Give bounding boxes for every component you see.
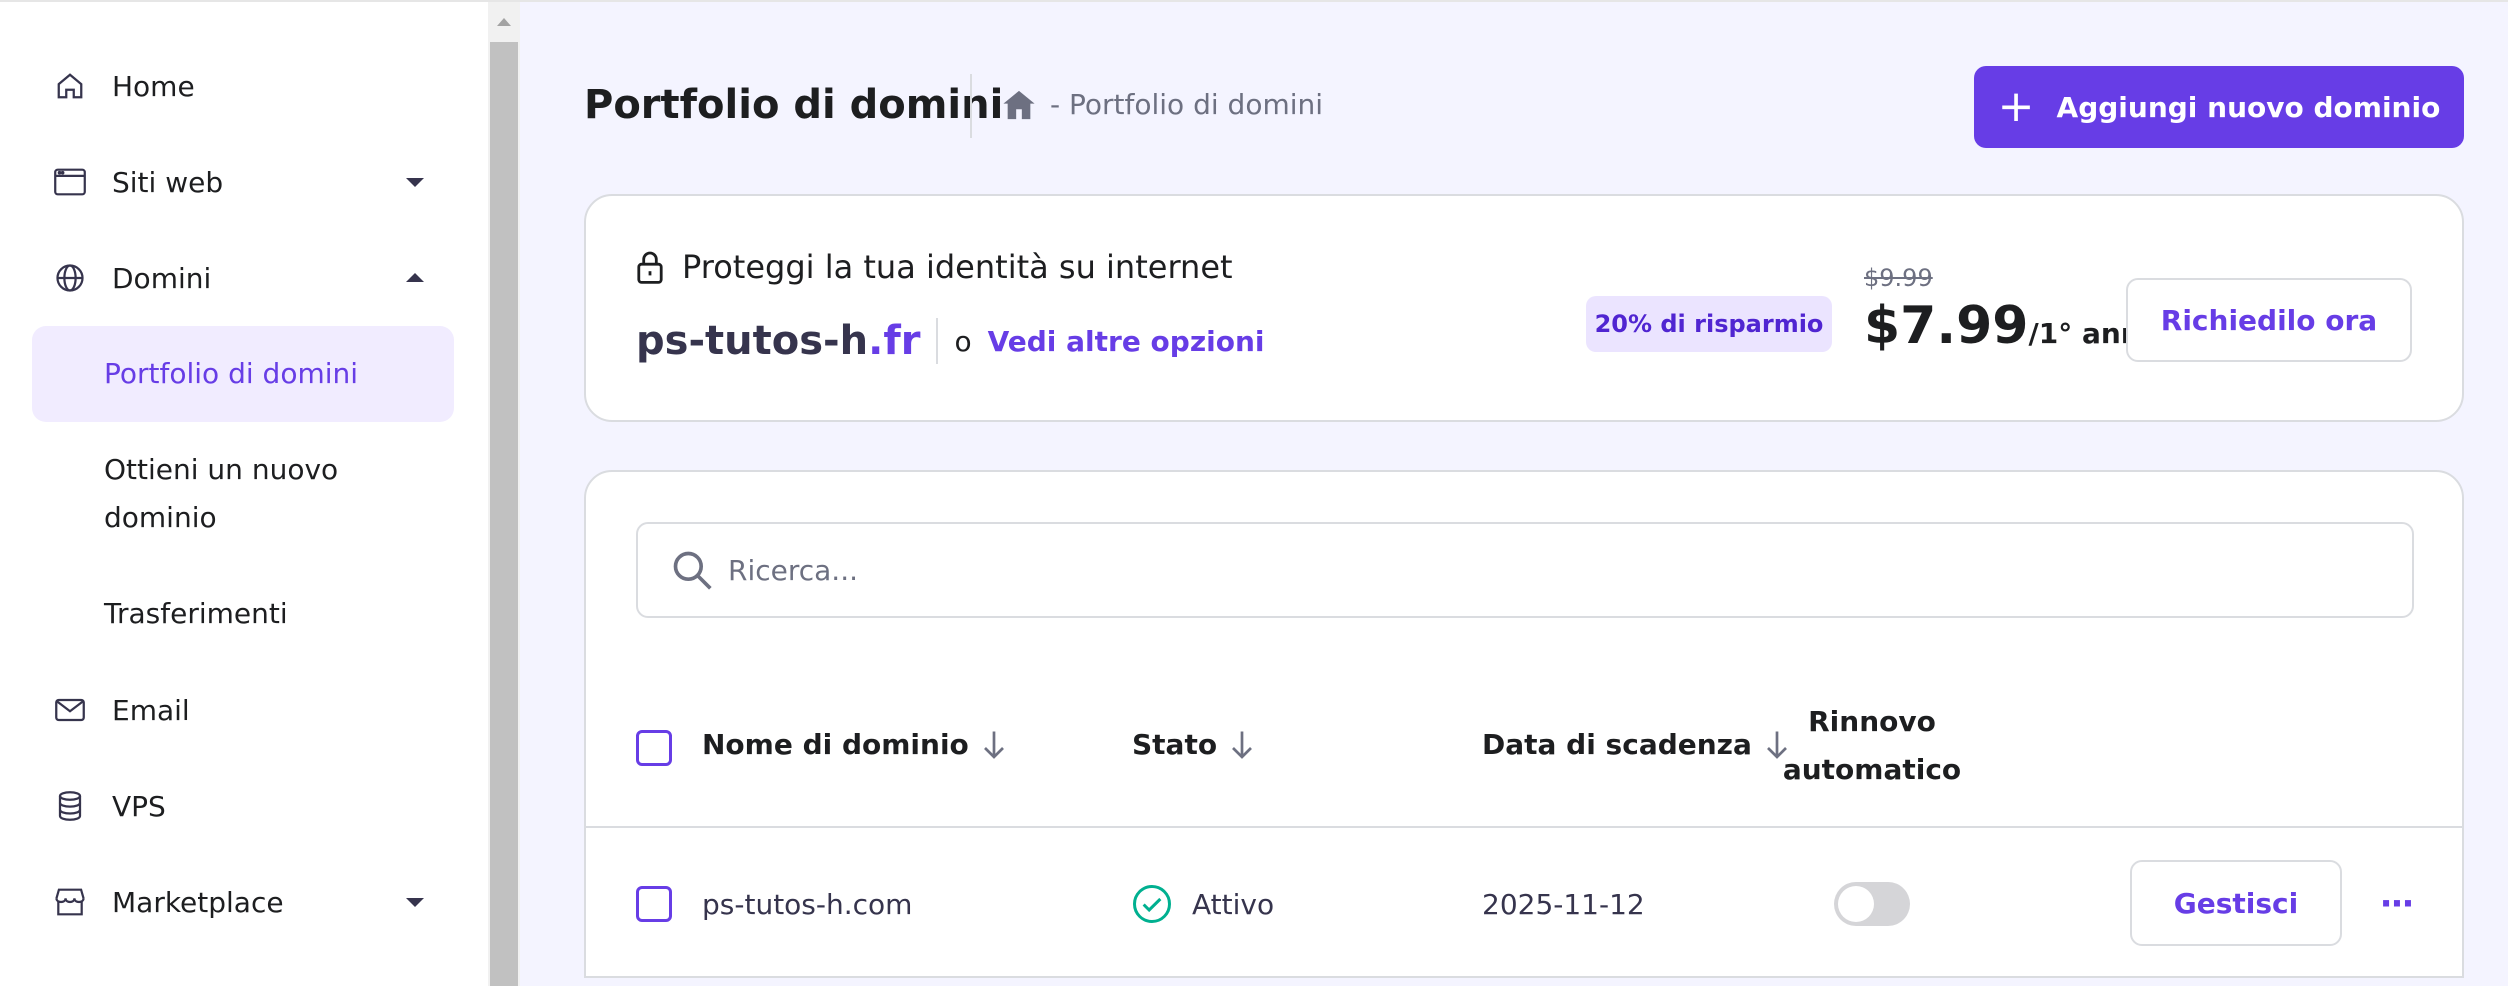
sidebar-subitem-trasferimenti[interactable]: Trasferimenti [32, 590, 454, 638]
header-divider [586, 826, 2462, 828]
home-breadcrumb-icon[interactable] [1002, 89, 1036, 121]
column-header-label: Rinnovo automatico [1782, 705, 1962, 786]
row-checkbox[interactable] [636, 886, 672, 922]
breadcrumb: - Portfolio di domini [1002, 88, 1323, 121]
breadcrumb-current: - Portfolio di domini [1050, 88, 1324, 121]
page-title: Portfolio di domini [584, 82, 1004, 128]
column-header-expiry[interactable]: Data di scadenza [1482, 728, 1788, 761]
sidebar-item-vps[interactable]: VPS [32, 758, 454, 854]
promo-heading: Proteggi la tua identità su internet [636, 248, 1233, 286]
search-input[interactable] [728, 553, 2328, 587]
main-content: Portfolio di domini - Portfolio di domin… [520, 0, 2508, 986]
add-domain-button[interactable]: + Aggiungi nuovo dominio [1974, 66, 2464, 148]
add-domain-label: Aggiungi nuovo dominio [2056, 90, 2441, 124]
lock-icon [636, 250, 664, 284]
sidebar-subitem-label: Portfolio di domini [104, 357, 359, 390]
toggle-knob [1838, 886, 1874, 922]
search-icon [670, 548, 714, 592]
sidebar-subitem-label: Ottieni un nuovo dominio [104, 453, 339, 534]
or-text: o [954, 324, 972, 358]
plus-icon: + [1997, 81, 2035, 132]
domain-list-card: Nome di dominio Stato Data di scadenza R… [584, 470, 2464, 978]
price-amount: $7.99 [1864, 296, 2029, 356]
sidebar: Home Siti web Domini Portfolio di domini… [0, 0, 488, 986]
select-all-checkbox[interactable] [636, 730, 672, 766]
store-icon [54, 886, 86, 918]
promo-domain: ps-tutos-h .fr o Vedi altre opzioni [636, 318, 1265, 364]
price: $7.99 /1° anno [1864, 296, 2160, 356]
sidebar-item-label: Home [112, 69, 195, 103]
search-box[interactable] [636, 522, 2414, 618]
title-divider [970, 74, 972, 138]
chevron-up-icon [406, 273, 424, 282]
more-options-icon[interactable]: ··· [2376, 884, 2416, 924]
expiry-date-cell: 2025-11-12 [1482, 887, 1645, 921]
sidebar-item-marketplace[interactable]: Marketplace [32, 854, 454, 950]
home-icon [54, 70, 86, 102]
check-circle-icon [1132, 884, 1172, 924]
old-price: $9.99 [1864, 264, 1933, 292]
sidebar-subitem-portfolio-domini[interactable]: Portfolio di domini [32, 326, 454, 422]
chevron-down-icon [406, 178, 424, 187]
status-label: Attivo [1192, 887, 1275, 921]
promo-heading-text: Proteggi la tua identità su internet [682, 248, 1233, 286]
scroll-up-arrow-icon[interactable] [497, 18, 511, 26]
sidebar-subitem-nuovo-dominio[interactable]: Ottieni un nuovo dominio [32, 446, 372, 542]
envelope-icon [54, 694, 86, 726]
sidebar-scrollbar[interactable] [488, 0, 520, 986]
browser-window-icon [54, 166, 86, 198]
sidebar-item-domini[interactable]: Domini [32, 230, 454, 326]
scroll-thumb[interactable] [490, 42, 518, 986]
globe-icon [54, 262, 86, 294]
divider [936, 318, 939, 364]
column-header-label: Data di scadenza [1482, 728, 1752, 761]
sidebar-item-siti-web[interactable]: Siti web [32, 134, 454, 230]
database-icon [54, 790, 86, 822]
sort-arrow-down-icon [1231, 730, 1253, 760]
column-header-label: Nome di dominio [702, 728, 969, 761]
sidebar-item-label: VPS [112, 789, 166, 823]
sidebar-item-email[interactable]: Email [32, 662, 454, 758]
sort-arrow-down-icon [983, 730, 1005, 760]
more-options-link[interactable]: Vedi altre opzioni [988, 325, 1265, 358]
promo-domain-name: ps-tutos-h [636, 318, 869, 364]
column-header-domain[interactable]: Nome di dominio [702, 728, 1005, 761]
domain-name-cell: ps-tutos-h.com [702, 887, 913, 921]
status-cell: Attivo [1132, 882, 1274, 926]
claim-now-button[interactable]: Richiedilo ora [2126, 278, 2412, 362]
sidebar-subitem-label: Trasferimenti [104, 597, 288, 630]
auto-renew-toggle[interactable] [1834, 882, 1910, 926]
promo-domain-tld: .fr [868, 318, 921, 364]
discount-badge: 20% di risparmio [1586, 296, 1832, 352]
sidebar-item-label: Marketplace [112, 885, 284, 919]
sidebar-item-home[interactable]: Home [32, 38, 454, 134]
sidebar-item-label: Email [112, 693, 190, 727]
domain-promo-card: Proteggi la tua identità su internet ps-… [584, 194, 2464, 422]
column-header-status[interactable]: Stato [1132, 728, 1253, 761]
sidebar-item-label: Domini [112, 261, 212, 295]
sidebar-item-label: Siti web [112, 165, 224, 199]
column-header-label: Stato [1132, 728, 1218, 761]
manage-button[interactable]: Gestisci [2130, 860, 2342, 946]
column-header-auto-renew: Rinnovo automatico [1782, 698, 1962, 794]
chevron-down-icon [406, 898, 424, 907]
